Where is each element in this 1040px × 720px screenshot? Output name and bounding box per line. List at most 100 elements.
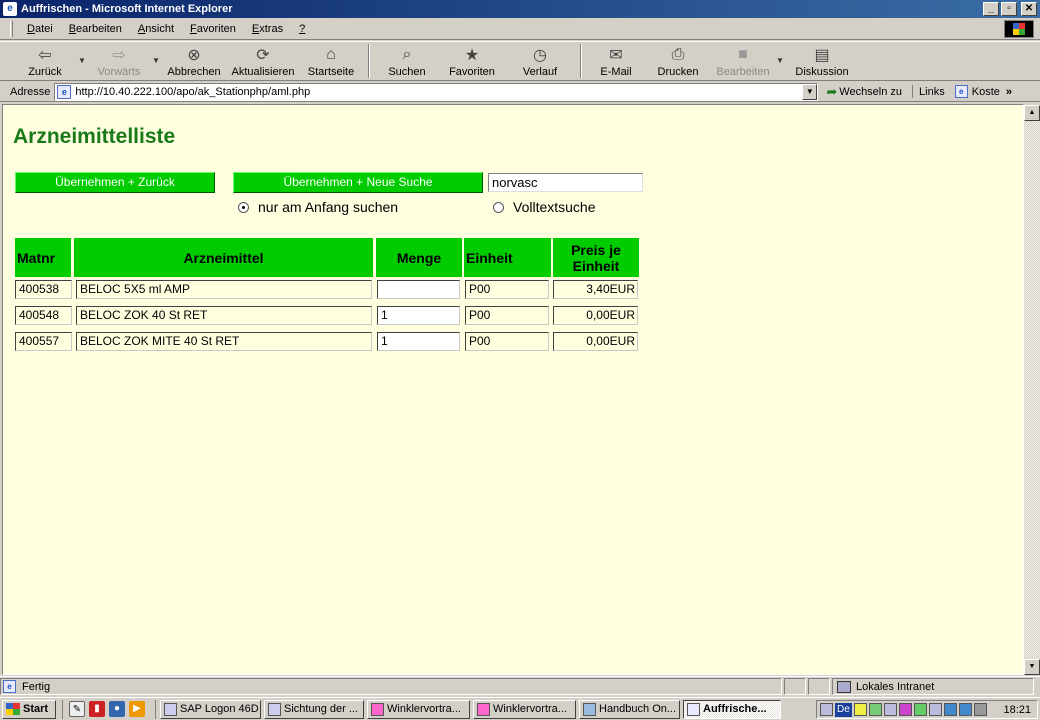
- task-label: SAP Logon 46D: [180, 703, 259, 715]
- tray-app-icon[interactable]: [943, 703, 957, 716]
- header-matnr: Matnr: [15, 238, 71, 277]
- forward-arrow-icon: ⇨: [112, 47, 126, 64]
- forward-dropdown-icon[interactable]: ▼: [150, 42, 162, 65]
- task-winklervortrag-1[interactable]: Winklervortra...: [367, 699, 470, 719]
- status-bar: e Fertig Lokales Intranet: [0, 676, 1040, 696]
- back-dropdown-icon[interactable]: ▼: [76, 42, 88, 65]
- search-button[interactable]: ⌕ Suchen: [376, 42, 438, 80]
- home-button[interactable]: ⌂ Startseite: [300, 42, 362, 80]
- task-handbuch[interactable]: Handbuch On...: [579, 699, 680, 719]
- scroll-down-icon[interactable]: ▼: [1024, 659, 1040, 675]
- history-button[interactable]: ◷ Verlauf: [506, 42, 574, 80]
- vertical-scrollbar[interactable]: ▲ ▼: [1024, 105, 1040, 675]
- minimize-button[interactable]: _: [983, 2, 999, 16]
- cell-price: 0,00EUR: [553, 332, 638, 351]
- links-bar: Links e Koste »: [912, 85, 1012, 98]
- start-button[interactable]: Start: [2, 699, 56, 719]
- task-sichtung[interactable]: Sichtung der ...: [264, 699, 364, 719]
- ie-icon: [687, 702, 700, 716]
- task-label: Auffrische...: [703, 703, 767, 715]
- network-icon[interactable]: ●: [109, 701, 125, 717]
- radio-start-option[interactable]: nur am Anfang suchen: [238, 199, 398, 215]
- qty-input[interactable]: 1: [377, 306, 460, 325]
- stop-icon: ⊗: [187, 47, 201, 64]
- windows-flag-icon: [6, 703, 20, 715]
- media-player-icon[interactable]: ▶: [129, 701, 145, 717]
- refresh-icon: ⟳: [256, 47, 270, 64]
- apply-new-search-button[interactable]: Übernehmen + Neue Suche: [233, 172, 483, 193]
- task-sap-logon[interactable]: SAP Logon 46D: [160, 699, 261, 719]
- taskbar: Start ✎ ▮ ● ▶ SAP Logon 46D Sichtung der…: [0, 697, 1040, 720]
- outlook-icon[interactable]: ▮: [89, 701, 105, 717]
- discuss-button[interactable]: ▤ Diskussion: [786, 42, 858, 80]
- mail-icon: ✉: [609, 47, 623, 64]
- radio-fulltext-label: Volltextsuche: [513, 199, 596, 215]
- link-koste[interactable]: Koste: [972, 86, 1000, 98]
- tray-app-icon[interactable]: [853, 703, 867, 716]
- menu-datei[interactable]: Datei: [19, 23, 61, 35]
- back-button[interactable]: ⇦ Zurück: [14, 42, 76, 80]
- maximize-button[interactable]: ▫: [1001, 2, 1017, 16]
- intranet-zone-icon: [837, 680, 851, 693]
- app-icon: [268, 702, 281, 716]
- favorites-folder-icon: ★: [464, 47, 480, 64]
- favorites-button[interactable]: ★ Favoriten: [438, 42, 506, 80]
- menu-extras[interactable]: Extras: [244, 23, 291, 35]
- discussion-icon: ▤: [814, 47, 830, 64]
- status-text-panel: e Fertig: [0, 678, 782, 695]
- address-label: Adresse: [10, 85, 51, 98]
- cell-price: 3,40EUR: [553, 280, 638, 299]
- address-bar: Adresse e http://10.40.222.100/apo/ak_St…: [0, 82, 1040, 102]
- show-desktop-icon[interactable]: ✎: [69, 701, 85, 717]
- ie-icon: e: [3, 2, 17, 16]
- scroll-up-icon[interactable]: ▲: [1024, 105, 1040, 121]
- search-input[interactable]: norvasc: [488, 173, 643, 192]
- menu-bearbeiten[interactable]: Bearbeiten: [61, 23, 130, 35]
- forward-button[interactable]: ⇨ Vorwärts: [88, 42, 150, 80]
- toolbar-separator: [368, 44, 370, 78]
- radio-start[interactable]: [238, 201, 249, 213]
- qty-input[interactable]: 1: [377, 332, 460, 351]
- close-button[interactable]: ✕: [1021, 2, 1037, 16]
- home-icon: ⌂: [326, 46, 336, 63]
- standard-toolbar: ⇦ Zurück ▼ ⇨ Vorwärts ▼ ⊗ Abbrechen ⟳ Ak…: [0, 41, 1040, 81]
- radio-fulltext-option[interactable]: Volltextsuche: [493, 199, 596, 215]
- qty-input[interactable]: [377, 280, 460, 299]
- task-winklervortrag-2[interactable]: Winklervortra...: [473, 699, 576, 719]
- task-auffrischen[interactable]: Auffrische...: [683, 699, 781, 719]
- language-indicator[interactable]: De: [835, 702, 852, 717]
- toolbar-grip: [10, 20, 13, 37]
- stop-button[interactable]: ⊗ Abbrechen: [162, 42, 226, 80]
- links-label[interactable]: Links: [919, 86, 945, 98]
- cell-drug-name: BELOC ZOK MITE 40 St RET: [76, 332, 372, 351]
- address-input[interactable]: e http://10.40.222.100/apo/ak_Stationphp…: [54, 82, 819, 101]
- edit-dropdown-icon[interactable]: ▼: [774, 42, 786, 65]
- menu-favoriten[interactable]: Favoriten: [182, 23, 244, 35]
- word-icon: [583, 702, 596, 716]
- radio-fulltext[interactable]: [493, 201, 504, 213]
- tray-app-icon[interactable]: [883, 703, 897, 716]
- volume-icon[interactable]: [973, 703, 987, 716]
- mail-button[interactable]: ✉ E-Mail: [588, 42, 644, 80]
- radio-start-label: nur am Anfang suchen: [258, 199, 399, 215]
- tray-app-icon[interactable]: [898, 703, 912, 716]
- go-button[interactable]: ➦ Wechseln zu: [826, 84, 902, 100]
- menu-help[interactable]: ?: [291, 23, 313, 35]
- tray-app-icon[interactable]: [868, 703, 882, 716]
- address-dropdown-icon[interactable]: ▼: [802, 83, 818, 100]
- menu-ansicht[interactable]: Ansicht: [130, 23, 182, 35]
- task-label: Winklervortra...: [387, 703, 461, 715]
- chevron-right-icon[interactable]: »: [1006, 86, 1012, 98]
- tray-app-icon[interactable]: [913, 703, 927, 716]
- toolbar-separator: [580, 44, 582, 78]
- tray-app-icon[interactable]: [820, 703, 833, 716]
- task-list: SAP Logon 46D Sichtung der ... Winklervo…: [155, 699, 781, 719]
- tray-app-icon[interactable]: [928, 703, 942, 716]
- print-button[interactable]: ⎙ Drucken: [644, 42, 712, 80]
- apply-back-button[interactable]: Übernehmen + Zurück: [15, 172, 215, 193]
- refresh-button[interactable]: ⟳ Aktualisieren: [226, 42, 300, 80]
- tray-app-icon[interactable]: [958, 703, 972, 716]
- edit-button[interactable]: ■ Bearbeiten: [712, 42, 774, 80]
- task-label: Handbuch On...: [599, 703, 677, 715]
- task-label: Sichtung der ...: [284, 703, 358, 715]
